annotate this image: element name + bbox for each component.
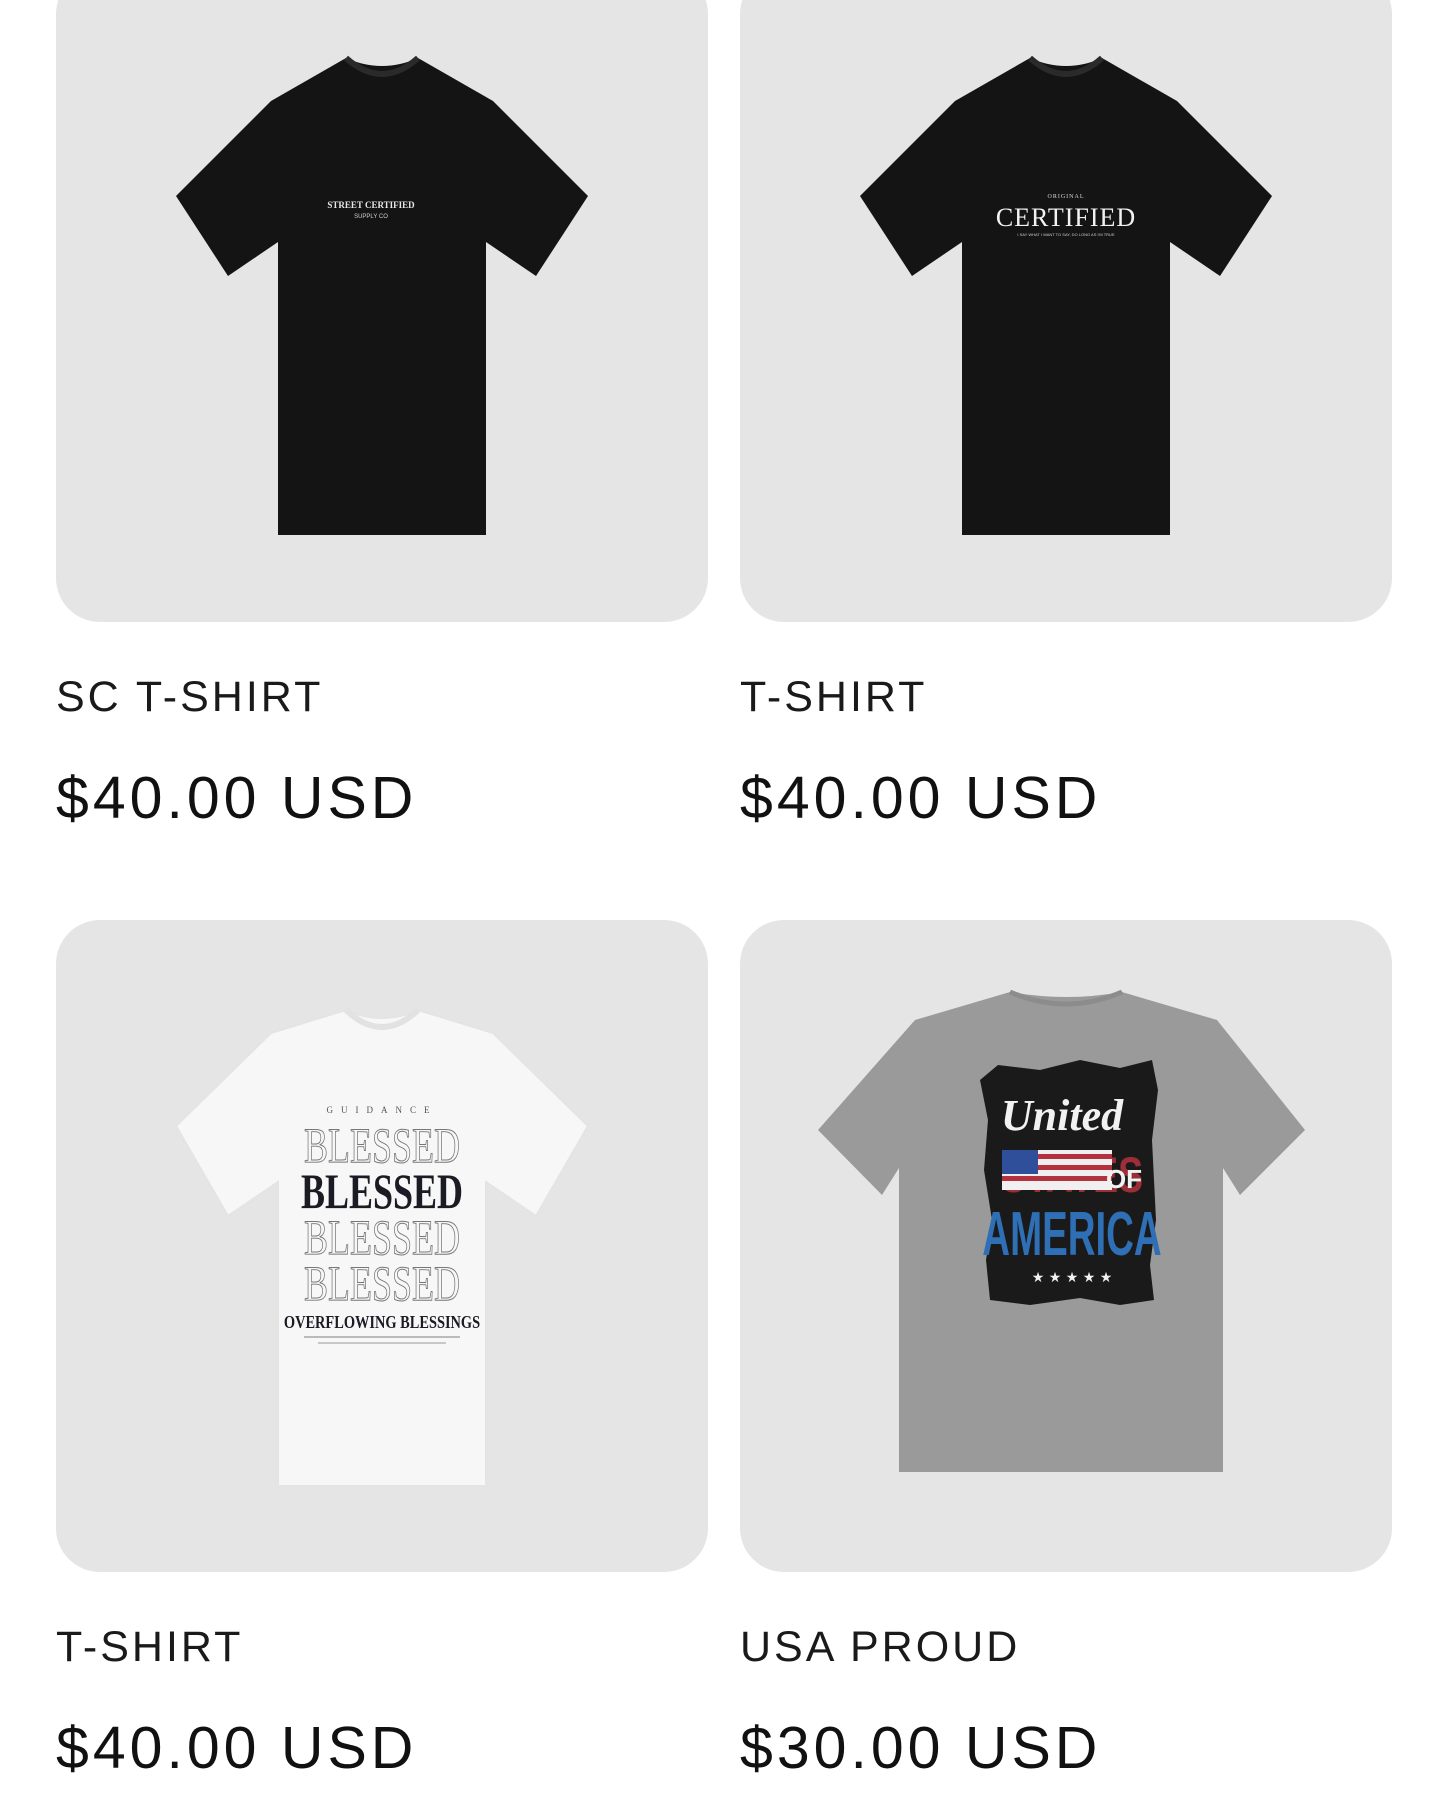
product-image[interactable]: STATES United OF AMERICA ★ ★ ★ ★ ★: [740, 920, 1392, 1572]
product-price: $40.00 USD: [56, 1715, 418, 1781]
graphic-text: SUPPLY CO: [354, 214, 388, 220]
product-title[interactable]: T-SHIRT: [56, 1623, 243, 1672]
tshirt-image: STREET CERTIFIED SUPPLY CO: [176, 55, 588, 535]
graphic-text: ORIGINAL: [1048, 194, 1085, 200]
graphic-text: ★ ★ ★ ★ ★: [1032, 1270, 1113, 1286]
graphic-text: GUIDANCE: [327, 1105, 438, 1115]
us-flag-icon: [1002, 1150, 1112, 1190]
graphic-text: United: [1001, 1091, 1124, 1140]
graphic-text: OVERFLOWING BLESSINGS: [284, 1311, 480, 1332]
graphic-text: BLESSED: [304, 1256, 460, 1311]
graphic-text: AMERICA: [982, 1199, 1161, 1269]
product-price: $30.00 USD: [740, 1715, 1102, 1781]
product-title[interactable]: USA PROUD: [740, 1623, 1020, 1672]
product-image[interactable]: ORIGINAL CERTIFIED I SAY WHAT I WANT TO …: [740, 0, 1392, 622]
tshirt-image: STATES United OF AMERICA ★ ★ ★ ★ ★: [818, 989, 1305, 1472]
graphic-text: STREET CERTIFIED: [327, 200, 415, 210]
tshirt-image: GUIDANCE BLESSED BLESSED BLESSED BLESSED…: [174, 1007, 590, 1487]
product-price: $40.00 USD: [56, 765, 418, 831]
graphic-text: I SAY WHAT I WANT TO SAY, DO LONG AS I'M…: [1017, 232, 1115, 237]
product-image[interactable]: GUIDANCE BLESSED BLESSED BLESSED BLESSED…: [56, 920, 708, 1572]
product-price: $40.00 USD: [740, 765, 1102, 831]
product-title[interactable]: SC T-SHIRT: [56, 673, 323, 722]
tshirt-image: ORIGINAL CERTIFIED I SAY WHAT I WANT TO …: [860, 55, 1272, 535]
product-image[interactable]: STREET CERTIFIED SUPPLY CO: [56, 0, 708, 622]
graphic-text: OF: [1106, 1164, 1142, 1194]
graphic-text: CERTIFIED: [996, 203, 1136, 232]
product-title[interactable]: T-SHIRT: [740, 673, 927, 722]
